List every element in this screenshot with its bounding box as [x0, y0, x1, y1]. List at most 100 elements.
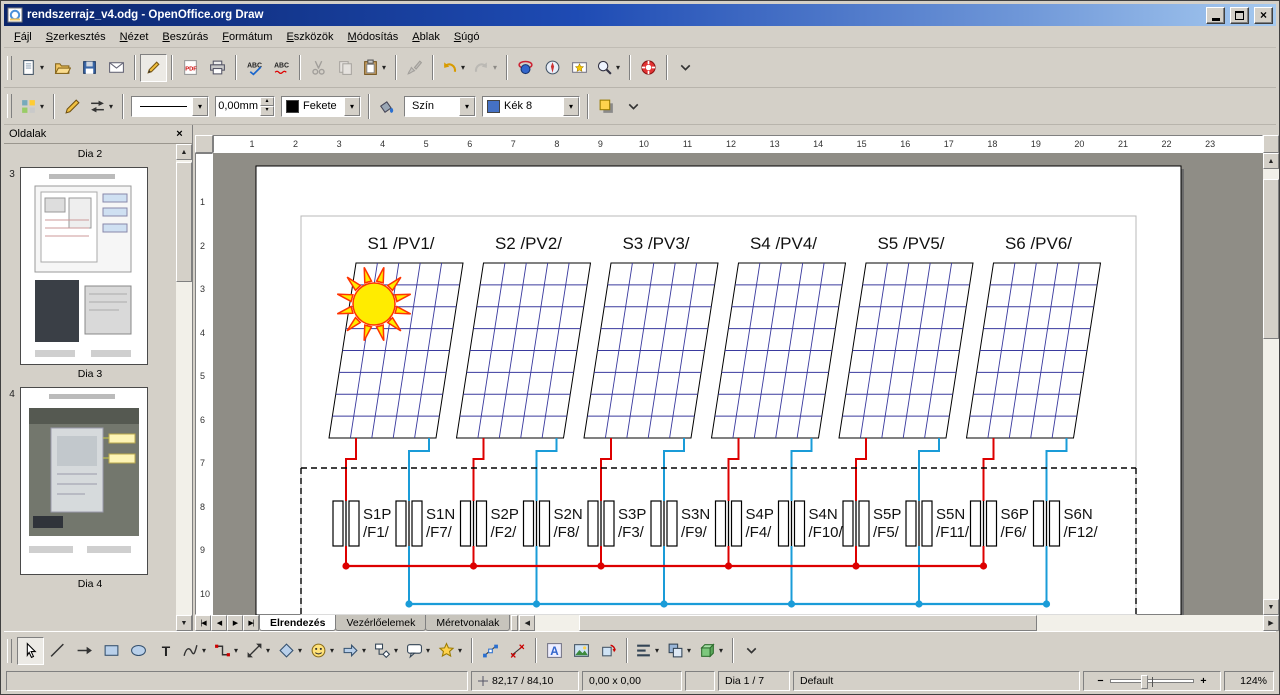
cut-button[interactable] [305, 54, 332, 82]
fuse-label[interactable]: /F6/ [1001, 524, 1028, 541]
pages-scrollbar[interactable]: ▲ ▼ [176, 144, 192, 631]
menu-ablak[interactable]: Ablak [405, 27, 447, 47]
scroll-left-icon[interactable]: ◀ [519, 615, 536, 631]
fuse-symbol[interactable] [1048, 500, 1061, 547]
fuse-label[interactable]: /F5/ [873, 524, 900, 541]
fuse-label[interactable]: S5N [936, 506, 965, 523]
fuse-label[interactable]: /F4/ [746, 524, 773, 541]
fuse-label[interactable]: S1N [426, 506, 455, 523]
zoom-slider[interactable] [1110, 675, 1194, 689]
fuse-label[interactable]: /F3/ [618, 524, 645, 541]
pages-scrollbar-thumb[interactable] [176, 162, 192, 282]
line-style-select[interactable]: ▾ [131, 95, 209, 117]
fuse-symbol[interactable] [348, 500, 360, 547]
paste-button[interactable]: ▾ [359, 54, 391, 82]
scroll-down-icon[interactable]: ▼ [176, 615, 192, 631]
fuse-symbol[interactable] [842, 500, 854, 547]
fuse-symbol[interactable] [714, 500, 727, 547]
tab-meretvonalak[interactable]: Méretvonalak [425, 615, 511, 631]
fuse-symbol[interactable] [921, 500, 933, 547]
fuse-label[interactable]: S3N [681, 506, 710, 523]
canvas-horizontal-scrollbar[interactable]: ◀ ▶ [519, 615, 1279, 631]
fuse-label[interactable]: /F2/ [491, 524, 518, 541]
dropdown-arrow-icon[interactable]: ▾ [38, 102, 46, 111]
arrow-styles-button[interactable]: ▾ [86, 92, 118, 120]
dropdown-arrow-icon[interactable]: ▾ [424, 646, 432, 655]
spin-down-icon[interactable]: ▾ [260, 106, 274, 116]
close-button[interactable]: × [1254, 6, 1273, 24]
scroll-up-icon[interactable]: ▲ [176, 144, 192, 160]
dropdown-arrow-icon[interactable]: ▾ [232, 646, 240, 655]
scroll-down-icon[interactable]: ▼ [1263, 599, 1279, 615]
zoom-out-button[interactable]: − [1095, 675, 1106, 687]
gallery-button[interactable] [566, 54, 593, 82]
status-slide-cell[interactable]: Dia 1 / 7 [718, 671, 790, 691]
last-slide-button[interactable]: ▶| [243, 615, 259, 631]
string-label[interactable]: S4 /PV4/ [750, 234, 817, 253]
fuse-symbol[interactable] [411, 500, 423, 547]
basic-shapes-tool[interactable]: ▾ [275, 637, 307, 665]
new-document-button[interactable]: ▾ [17, 54, 49, 82]
scroll-up-icon[interactable]: ▲ [1263, 153, 1279, 169]
edit-points-button[interactable] [477, 637, 504, 665]
string-label[interactable]: S3 /PV3/ [622, 234, 689, 253]
string-label[interactable]: S1 /PV1/ [367, 234, 434, 253]
fuse-symbol[interactable] [538, 500, 551, 547]
menu-eszkozok[interactable]: Eszközök [279, 27, 340, 47]
dropdown-arrow-icon[interactable]: ▾ [614, 63, 622, 72]
dropdown-arrow-icon[interactable]: ▾ [685, 646, 693, 655]
status-style-cell[interactable]: Default [793, 671, 1080, 691]
fuse-symbol[interactable] [459, 500, 472, 547]
fuse-label[interactable]: S6P [1001, 506, 1029, 523]
dropdown-arrow-icon[interactable]: ▾ [459, 63, 467, 72]
alignment-button[interactable]: ▾ [632, 637, 664, 665]
format-paintbrush-button[interactable] [401, 54, 428, 82]
dropdown-arrow-icon[interactable]: ▾ [392, 646, 400, 655]
canvas-vscrollbar-track[interactable] [1263, 169, 1279, 599]
shadow-toggle-button[interactable] [593, 92, 620, 120]
menu-beszuras[interactable]: Beszúrás [155, 27, 215, 47]
dropdown-arrow-icon[interactable]: ▾ [200, 646, 208, 655]
dropdown-arrow-icon[interactable]: ▾ [192, 96, 208, 116]
status-position-cell[interactable]: 82,17 / 84,10 [471, 671, 579, 691]
line-width-field[interactable]: 0,00mm ▴ ▾ [215, 95, 275, 117]
tab-elrendezes[interactable]: Elrendezés [259, 615, 337, 631]
fuse-label[interactable]: S4P [746, 506, 774, 523]
drawing-toolbar-options-button[interactable] [738, 637, 765, 665]
fuse-symbol[interactable] [332, 500, 344, 547]
fuse-symbol[interactable] [587, 500, 599, 547]
toolbar-grip[interactable] [7, 638, 12, 663]
dropdown-arrow-icon[interactable]: ▾ [38, 63, 46, 72]
fuse-label[interactable]: S6N [1064, 506, 1093, 523]
menu-formatum[interactable]: Formátum [215, 27, 279, 47]
help-button[interactable] [635, 54, 662, 82]
menu-sugo[interactable]: Súgó [447, 27, 487, 47]
arrange-button[interactable]: ▾ [664, 637, 696, 665]
lines-and-arrows-tool[interactable]: ▾ [243, 637, 275, 665]
fill-color-select[interactable]: Kék 8 ▾ [482, 95, 580, 117]
rectangle-tool[interactable] [98, 637, 125, 665]
fuse-symbol[interactable] [603, 500, 615, 547]
tabs-splitter-handle[interactable] [511, 615, 519, 631]
callout-shapes-tool[interactable]: ▾ [403, 637, 435, 665]
page-thumbnail[interactable] [20, 167, 148, 365]
canvas-vertical-scrollbar[interactable]: ▲ ▼ [1263, 153, 1279, 615]
dropdown-arrow-icon[interactable]: ▾ [360, 646, 368, 655]
canvas-hscrollbar-track[interactable] [535, 615, 1263, 631]
tab-vezerloelemek[interactable]: Vezérlőelemek [335, 615, 427, 631]
styles-and-formatting-button[interactable]: ▾ [17, 92, 49, 120]
canvas-hscrollbar-thumb[interactable] [579, 615, 1038, 631]
arrow-tool[interactable] [71, 637, 98, 665]
glue-points-button[interactable] [504, 637, 531, 665]
dropdown-arrow-icon[interactable]: ▾ [563, 96, 579, 116]
status-zoom-cell[interactable]: 124% [1224, 671, 1274, 691]
string-label[interactable]: S5 /PV5/ [877, 234, 944, 253]
open-document-button[interactable] [49, 54, 76, 82]
redo-button[interactable]: ▾ [470, 54, 502, 82]
pages-scrollbar-track[interactable] [176, 160, 192, 615]
symbol-shapes-tool[interactable]: ▾ [307, 637, 339, 665]
fuse-label[interactable]: S5P [873, 506, 901, 523]
insert-picture-button[interactable] [568, 637, 595, 665]
dropdown-arrow-icon[interactable]: ▾ [717, 646, 725, 655]
pages-panel-close-icon[interactable]: × [172, 127, 187, 142]
